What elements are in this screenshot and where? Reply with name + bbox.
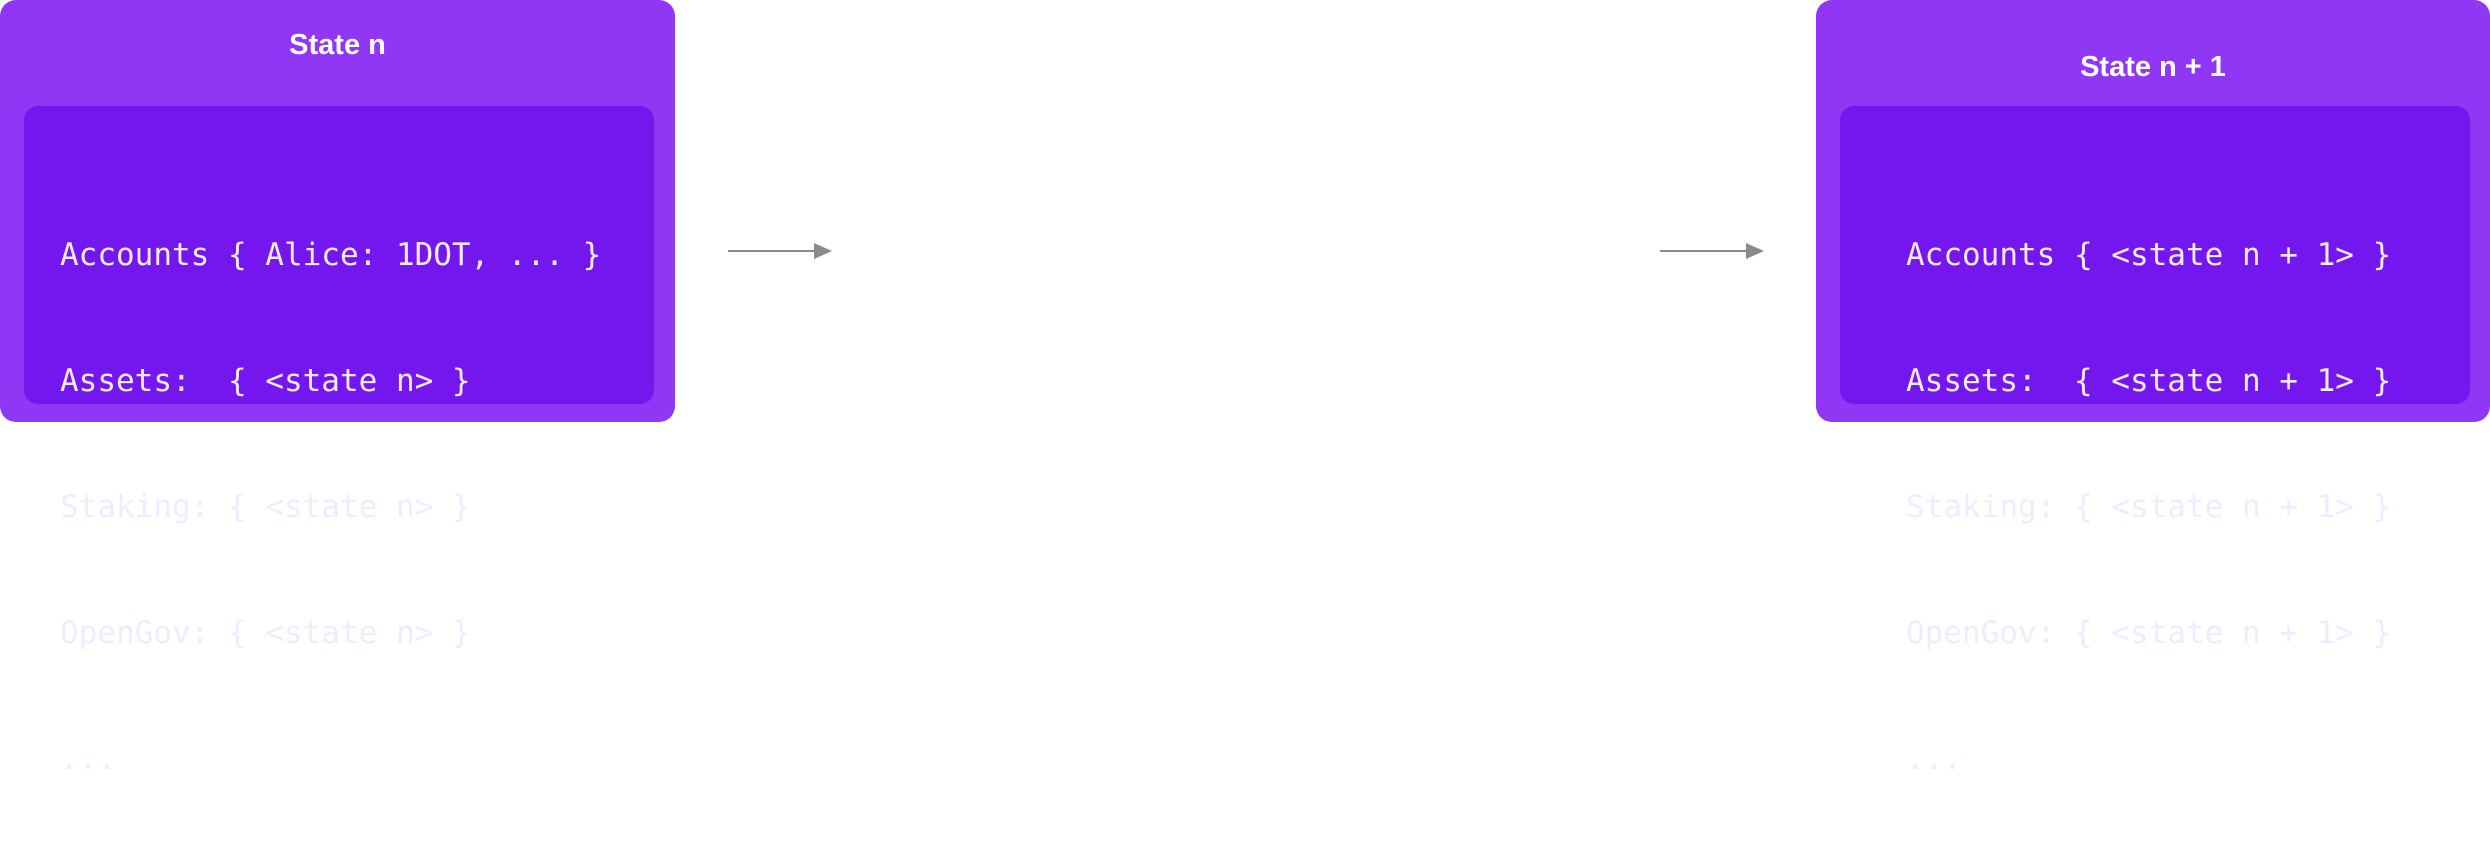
arrow-right-icon: [1660, 243, 1764, 259]
state-n-opengov-line: OpenGov: { <state n> }: [60, 615, 471, 651]
state-n-plus-1-ellipsis-line: ...: [1906, 741, 1962, 777]
state-n-plus-1-assets-line: Assets: { <state n + 1> }: [1906, 363, 2392, 399]
state-n-title: State n: [289, 29, 386, 61]
state-n-box: State n Accounts { Alice: 1DOT, ... } As…: [0, 0, 675, 777]
state-n-plus-1-accounts-line: Accounts { <state n + 1> }: [1906, 237, 2392, 273]
state-n-assets-line: Assets: { <state n> }: [60, 363, 471, 399]
arrow-right-icon: [728, 243, 832, 259]
state-n-code: Accounts { Alice: 1DOT, ... } Assets: { …: [60, 150, 601, 844]
state-n-plus-1-staking-line: Staking: { <state n + 1> }: [1906, 489, 2392, 525]
state-n-ellipsis-line: ...: [60, 741, 116, 777]
state-n-contents: Accounts { Alice: 1DOT, ... } Assets: { …: [24, 106, 654, 777]
state-n-plus-1-opengov-line: OpenGov: { <state n + 1> }: [1906, 615, 2392, 651]
state-n-plus-1-contents: Accounts { <state n + 1> } Assets: { <st…: [1840, 106, 2470, 777]
state-n-plus-1-title: State n + 1: [2080, 51, 2226, 83]
state-n-plus-1-box: State n + 1 Accounts { <state n + 1> } A…: [1816, 0, 2490, 777]
state-n-staking-line: Staking: { <state n> }: [60, 489, 471, 525]
state-n-plus-1-code: Accounts { <state n + 1> } Assets: { <st…: [1906, 150, 2391, 844]
state-n-accounts-line: Accounts { Alice: 1DOT, ... }: [60, 237, 602, 273]
